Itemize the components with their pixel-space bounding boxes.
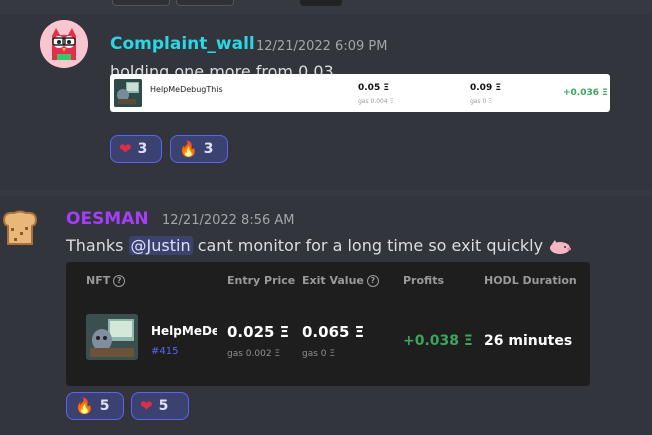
trade-card[interactable]: NFT? Entry Price Exit Value? Profits HOD… <box>66 262 590 386</box>
previous-reactions-strip <box>0 0 652 8</box>
exit-gas: gas 0 Ξ <box>302 349 336 359</box>
author-name[interactable]: OESMAN <box>66 209 149 229</box>
user-mention[interactable]: @Justin <box>128 236 193 255</box>
heart-icon: ❤ <box>119 139 132 158</box>
header-exit-value: Exit Value? <box>302 274 379 287</box>
owl-avatar-icon <box>40 20 88 68</box>
reaction-heart[interactable]: ❤ 3 <box>110 135 162 163</box>
help-icon[interactable]: ? <box>366 275 379 287</box>
reaction-count: 5 <box>99 398 110 414</box>
reaction-count: 3 <box>137 141 148 157</box>
nft-token-id[interactable]: #415 <box>151 346 178 357</box>
nft-cat-image-icon <box>86 314 138 360</box>
message-text-after: cant monitor for a long time so exit qui… <box>192 236 544 255</box>
nft-cat-image-icon <box>114 79 142 107</box>
nft-name: HelpMeDebugThis <box>150 85 223 94</box>
header-entry-price: Entry Price <box>227 274 296 287</box>
trade-card[interactable]: HelpMeDebugThis 0.05 Ξ gas 0.004 Ξ 0.09 … <box>110 74 610 112</box>
entry-gas: gas 0.002 Ξ <box>227 349 281 359</box>
help-icon[interactable]: ? <box>113 275 126 287</box>
message-text-before: Thanks <box>66 236 129 255</box>
fire-icon: 🔥 <box>75 396 94 415</box>
profit: +0.036 Ξ <box>563 88 608 98</box>
exit-gas: gas 0 Ξ <box>470 98 493 105</box>
header-hodl-duration: HODL Duration <box>484 274 577 287</box>
partial-reaction[interactable] <box>112 0 170 6</box>
reaction-fire[interactable]: 🔥 3 <box>170 135 228 163</box>
entry-gas: gas 0.004 Ξ <box>358 98 394 105</box>
partial-element <box>300 0 342 6</box>
reaction-heart[interactable]: ❤ 5 <box>131 392 189 420</box>
timestamp[interactable]: 12/21/2022 8:56 AM <box>162 213 295 228</box>
nft-name[interactable]: HelpMeDebugThis <box>151 324 217 338</box>
reaction-count: 3 <box>203 141 214 157</box>
exit-value: 0.09 Ξ <box>470 83 502 93</box>
pig-emoji-icon <box>550 239 572 254</box>
entry-price: 0.025 Ξ <box>227 323 290 341</box>
reaction-fire[interactable]: 🔥 5 <box>66 392 124 420</box>
avatar[interactable] <box>0 208 40 248</box>
entry-price: 0.05 Ξ <box>358 83 390 93</box>
hodl-duration: 26 minutes <box>484 333 573 349</box>
nft-thumbnail[interactable] <box>86 314 138 360</box>
exit-value: 0.065 Ξ <box>302 323 365 341</box>
profit: +0.038 Ξ <box>403 333 473 349</box>
reaction-count: 5 <box>158 398 169 414</box>
heart-icon: ❤ <box>140 396 153 415</box>
fire-icon: 🔥 <box>179 139 198 158</box>
partial-reaction[interactable] <box>176 0 234 6</box>
toast-avatar-icon <box>2 210 38 245</box>
nft-thumbnail <box>114 79 142 107</box>
header-nft: NFT? <box>86 274 126 287</box>
timestamp[interactable]: 12/21/2022 6:09 PM <box>256 39 387 54</box>
message-text: Thanks @Justin cant monitor for a long t… <box>66 236 572 255</box>
avatar[interactable] <box>40 20 88 68</box>
header-profits: Profits <box>403 274 445 287</box>
author-name[interactable]: Complaint_wall <box>110 34 255 54</box>
